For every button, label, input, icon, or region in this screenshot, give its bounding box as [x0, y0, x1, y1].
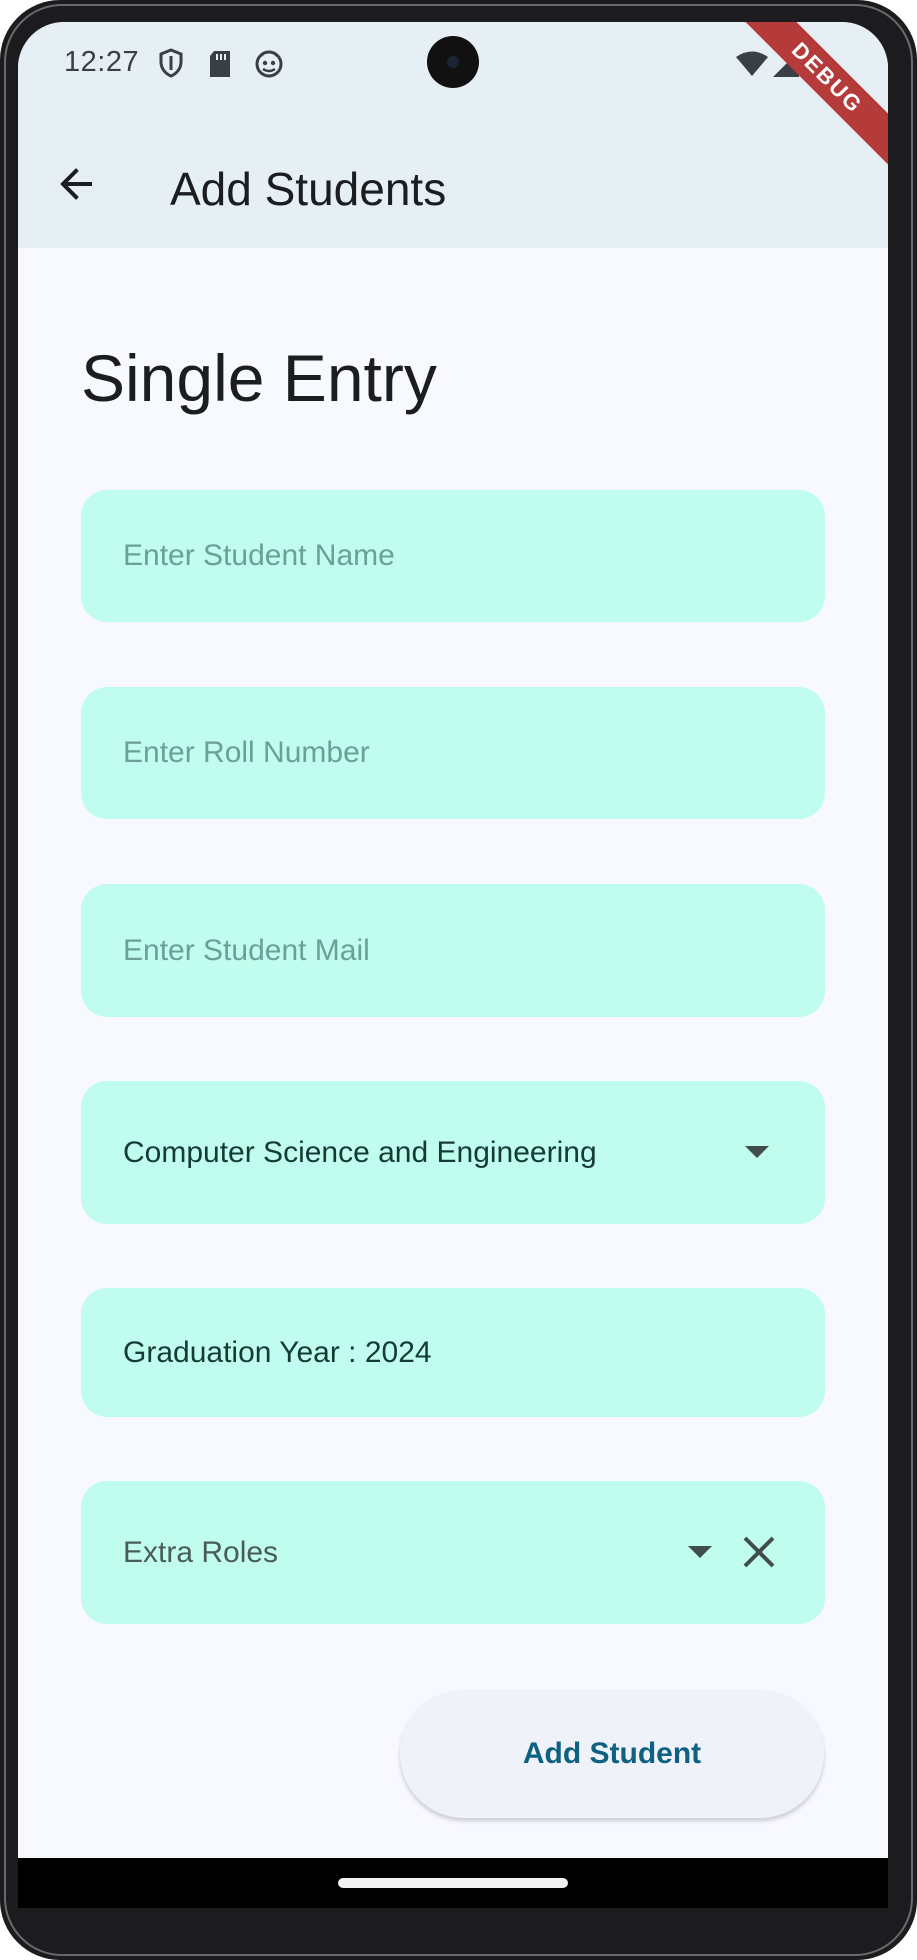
student-mail-field[interactable] [81, 884, 825, 1017]
wifi-icon [734, 50, 770, 83]
graduation-year-value: Graduation Year : 2024 [123, 1335, 432, 1369]
navigation-bar [18, 1858, 888, 1908]
home-gesture-handle[interactable] [338, 1878, 568, 1888]
app-bar: Add Students [18, 124, 888, 248]
department-dropdown[interactable]: Computer Science and Engineering [81, 1081, 825, 1224]
sd-card-icon [208, 50, 232, 83]
shield-icon [158, 48, 184, 83]
status-time: 12:27 [64, 46, 140, 78]
extra-roles-dropdown[interactable]: Extra Roles [81, 1481, 825, 1624]
android-face-icon [254, 49, 284, 84]
add-student-button[interactable]: Add Student [400, 1690, 824, 1818]
graduation-year-field[interactable]: Graduation Year : 2024 [81, 1288, 825, 1417]
page-title: Add Students [170, 163, 447, 215]
status-bar: 12:27 [18, 22, 888, 124]
roll-number-input[interactable] [81, 687, 825, 819]
device-frame: 12:27 Add Students DEBUG Single Entry En… [0, 0, 917, 1960]
dropdown-arrow-icon [745, 1146, 769, 1158]
department-selected-value: Computer Science and Engineering [123, 1135, 597, 1169]
roll-number-field[interactable] [81, 687, 825, 819]
student-name-field[interactable] [81, 490, 825, 622]
arrow-back-icon [56, 164, 96, 209]
front-camera [427, 36, 479, 88]
dropdown-arrow-icon[interactable] [688, 1546, 712, 1558]
close-icon[interactable] [739, 1532, 779, 1572]
student-name-input[interactable] [81, 490, 825, 622]
section-title: Single Entry [81, 341, 437, 415]
screen: 12:27 Add Students DEBUG Single Entry En… [18, 22, 888, 1908]
student-mail-input[interactable] [81, 884, 825, 1017]
extra-roles-placeholder: Extra Roles [123, 1535, 279, 1569]
back-button[interactable] [48, 158, 104, 214]
